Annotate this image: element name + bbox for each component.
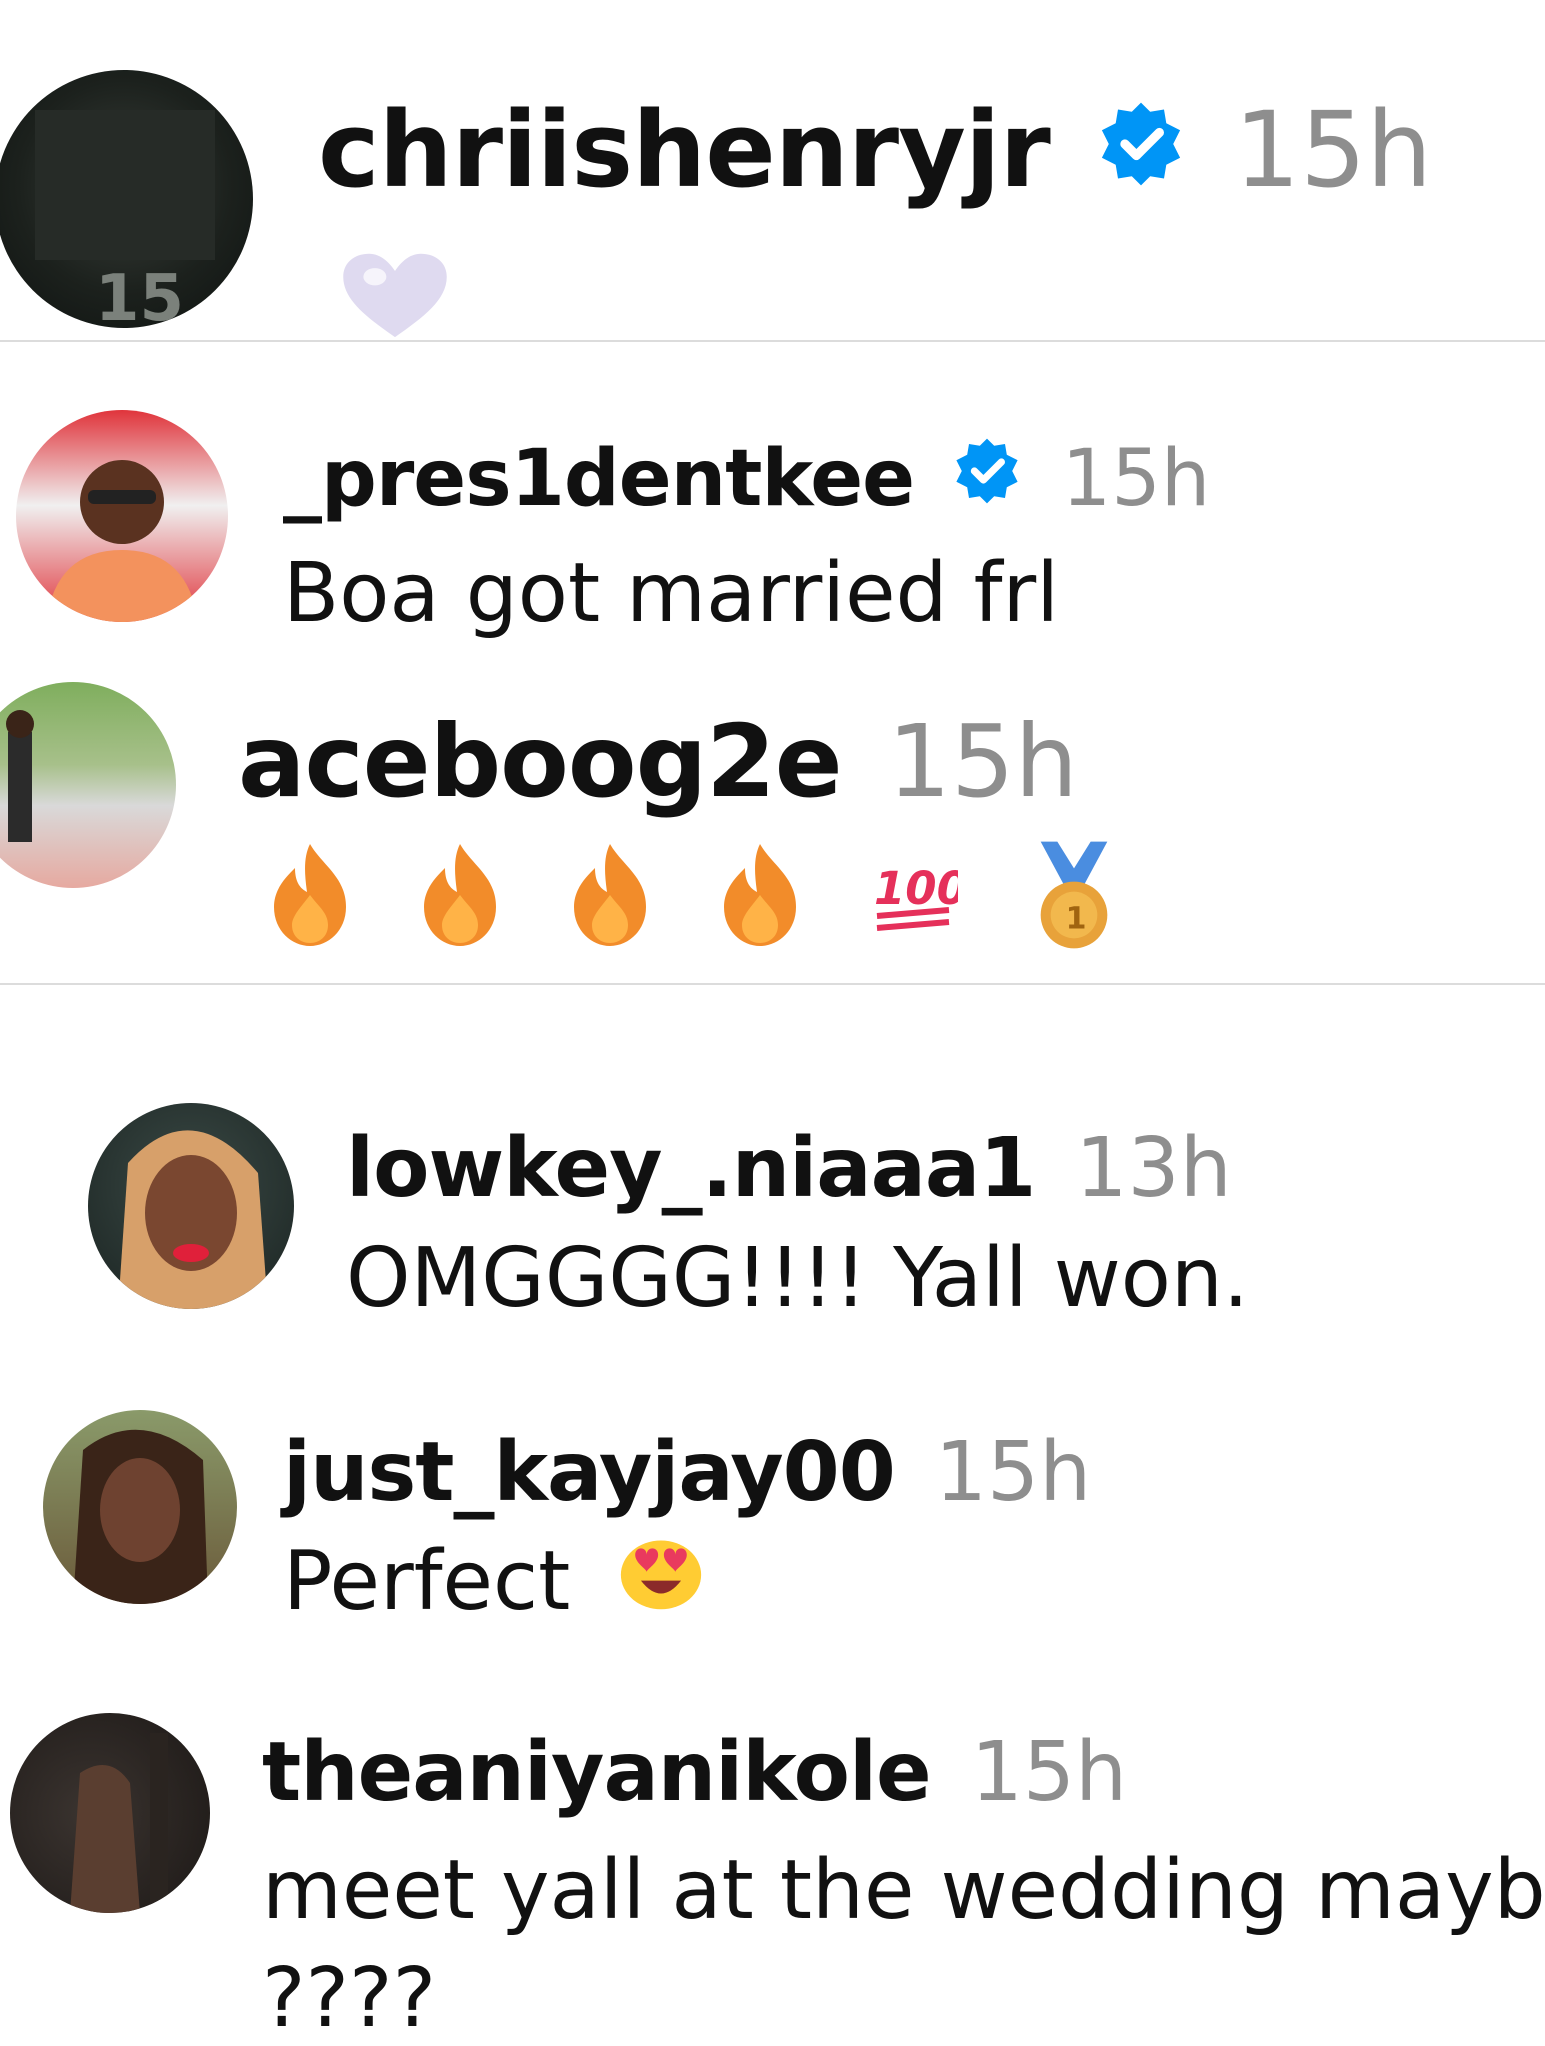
svg-text:15: 15 — [95, 262, 184, 328]
person-photo — [6, 710, 34, 842]
emoji-reactions: 100 1 — [268, 838, 1124, 956]
first-place-medal-emoji-icon: 1 — [1024, 838, 1124, 956]
comment-timestamp: 15h — [970, 1725, 1128, 1820]
comment-timestamp: 15h — [934, 1425, 1092, 1520]
comment-text: Boa got married frl — [283, 546, 1059, 641]
avatar[interactable] — [88, 1103, 294, 1309]
comment-username[interactable]: lowkey_.niaaa1 — [346, 1121, 1036, 1216]
comment-timestamp: 13h — [1075, 1121, 1232, 1216]
white-heart-emoji-icon — [335, 248, 455, 344]
comment-timestamp: 15h — [887, 703, 1078, 820]
comment-timestamp: 15h — [1233, 89, 1433, 211]
avatar[interactable]: 15 — [0, 70, 253, 328]
comment-username[interactable]: _pres1dentkee — [283, 434, 915, 524]
divider — [0, 983, 1545, 985]
comment-text: OMGGGG!!!! Yall won. — [346, 1231, 1249, 1326]
fire-emoji-icon — [268, 841, 352, 953]
verified-badge-icon — [951, 435, 1023, 520]
avatar[interactable] — [43, 1410, 237, 1604]
verified-badge-icon — [1095, 98, 1187, 206]
fire-emoji-icon — [568, 841, 652, 953]
person-photo — [73, 1429, 208, 1604]
fire-emoji-icon — [418, 841, 502, 953]
comment-text: meet yall at the wedding maybe — [262, 1843, 1545, 1938]
avatar[interactable] — [16, 410, 228, 622]
heart-eyes-emoji-icon — [618, 1534, 704, 1624]
comment-username[interactable]: just_kayjay00 — [283, 1425, 896, 1520]
comment-username[interactable]: chriishenryjr — [318, 89, 1051, 211]
comment-username[interactable]: aceboog2e — [238, 703, 843, 820]
avatar[interactable] — [0, 682, 176, 888]
comment-text-continued: ???? — [262, 1951, 437, 2046]
person-photo — [46, 460, 198, 622]
hundred-points-emoji-icon: 100 — [868, 850, 968, 944]
person-photo — [70, 1733, 168, 1913]
fire-emoji-icon — [718, 841, 802, 953]
svg-text:1: 1 — [1066, 901, 1087, 936]
person-photo — [118, 1130, 268, 1309]
comment-text-body: Perfect — [283, 1534, 571, 1629]
divider — [0, 340, 1545, 342]
jersey-image: 15 — [35, 110, 215, 328]
svg-text:100: 100 — [874, 862, 958, 915]
avatar[interactable] — [10, 1713, 210, 1913]
comment-text: Perfect — [283, 1539, 704, 1632]
comment-username[interactable]: theaniyanikole — [262, 1725, 932, 1820]
comment-timestamp: 15h — [1061, 434, 1211, 524]
